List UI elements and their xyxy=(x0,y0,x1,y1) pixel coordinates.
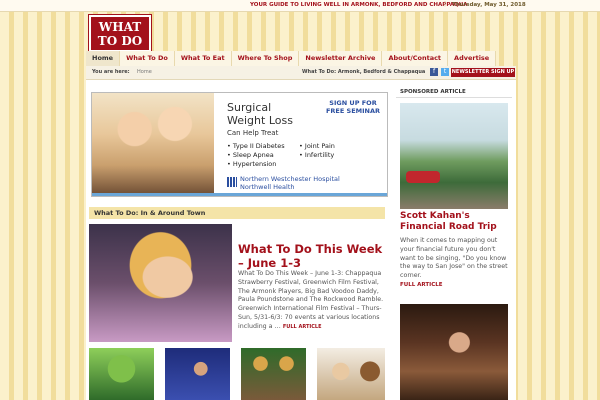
featured-article-title[interactable]: What To Do This Week – June 1-3 xyxy=(238,242,386,270)
sponsored-article-image[interactable] xyxy=(400,103,508,209)
tab-about-contact[interactable]: About/Contact xyxy=(382,51,449,66)
newsletter-signup-button[interactable]: NEWSLETTER SIGN UP xyxy=(451,68,515,77)
banner-ad[interactable]: Surgical Weight Loss Can Help Treat • Ty… xyxy=(91,92,388,197)
ad-subhead: Can Help Treat xyxy=(227,129,279,137)
location-label: What To Do: Armonk, Bedford & Chappaqua xyxy=(302,69,426,75)
featured-article-excerpt: What To Do This Week – June 1-3: Chappaq… xyxy=(238,270,384,330)
thumbnail-image[interactable] xyxy=(165,348,230,400)
breadcrumb-bar: You are here: Home What To Do: Armonk, B… xyxy=(86,66,516,80)
ad-bottom-bar xyxy=(92,193,387,196)
ad-headline: Surgical Weight Loss xyxy=(227,101,293,127)
section-title: What To Do: In & Around Town xyxy=(89,207,385,219)
you-are-here-label: You are here: xyxy=(92,69,130,75)
site-logo[interactable]: WHAT TO DO xyxy=(89,15,151,52)
hospital-logo-icon xyxy=(227,177,237,187)
main-content: Surgical Weight Loss Can Help Treat • Ty… xyxy=(86,80,516,400)
thumbnail-image[interactable] xyxy=(241,348,306,400)
sponsored-article-label: SPONSORED ARTICLE xyxy=(400,89,466,95)
twitter-icon[interactable]: t xyxy=(441,68,449,76)
red-car-graphic xyxy=(406,171,440,183)
sponsored-full-article-link[interactable]: FULL ARTICLE xyxy=(400,282,443,288)
ad-hospital-name: Northern Westchester Hospital Northwell … xyxy=(240,175,340,191)
tab-newsletter-archive[interactable]: Newsletter Archive xyxy=(299,51,383,66)
sponsored-article-title[interactable]: Scott Kahan's Financial Road Trip xyxy=(400,211,510,233)
tab-what-to-eat[interactable]: What To Eat xyxy=(174,51,232,66)
ad-conditions-list-2: • Joint Pain • Infertility xyxy=(299,142,335,159)
top-bar: YOUR GUIDE TO LIVING WELL IN ARMONK, BED… xyxy=(0,0,600,12)
facebook-icon[interactable]: f xyxy=(430,68,438,76)
sidebar-divider xyxy=(396,97,512,98)
ad-conditions-list-1: • Type II Diabetes • Sleep Apnea • Hyper… xyxy=(227,142,285,168)
sidebar-image[interactable] xyxy=(400,304,508,400)
ad-seminar-cta[interactable]: SIGN UP FOR FREE SEMINAR xyxy=(324,99,382,115)
article-thumbnails xyxy=(89,348,385,400)
thumbnail-image[interactable] xyxy=(89,348,154,400)
tab-where-to-shop[interactable]: Where To Shop xyxy=(231,51,300,66)
sponsored-article-excerpt: When it comes to mapping out your financ… xyxy=(400,237,508,280)
thumbnail-image[interactable] xyxy=(317,348,385,400)
current-date: Thursday, May 31, 2018 xyxy=(452,2,526,8)
site-tagline: YOUR GUIDE TO LIVING WELL IN ARMONK, BED… xyxy=(250,2,468,8)
tab-what-to-do[interactable]: What To Do xyxy=(120,51,175,66)
breadcrumb-home[interactable]: Home xyxy=(137,69,152,75)
tab-advertise[interactable]: Advertise xyxy=(448,51,497,66)
logo-line-2: TO DO xyxy=(97,34,143,48)
featured-full-article-link[interactable]: FULL ARTICLE xyxy=(283,324,322,330)
main-nav: Home What To Do What To Eat Where To Sho… xyxy=(86,51,516,66)
featured-article-image[interactable] xyxy=(89,224,232,342)
logo-line-1: WHAT xyxy=(98,20,142,34)
date-separator: | xyxy=(444,1,447,7)
tab-home[interactable]: Home xyxy=(86,51,121,66)
ad-photo xyxy=(92,93,214,196)
